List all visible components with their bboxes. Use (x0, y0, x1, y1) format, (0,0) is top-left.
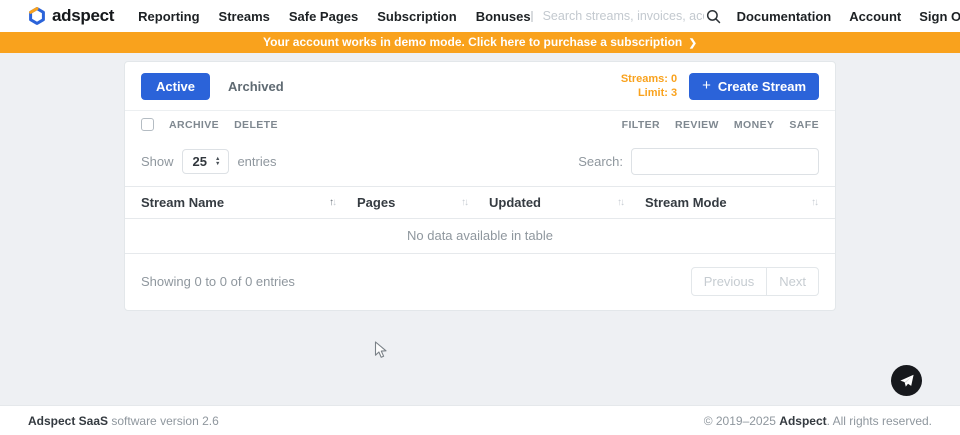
page-length-select[interactable]: 25 ▲ ▼ (182, 149, 230, 174)
search-icon[interactable] (706, 9, 721, 24)
table-actions-row: ARCHIVE DELETE FILTER REVIEW MONEY SAFE (125, 110, 835, 138)
column-header-updated[interactable]: Updated ↑↓ (489, 195, 645, 210)
top-navbar: adspect Reporting Streams Safe Pages Sub… (0, 0, 960, 32)
page-length-value: 25 (193, 154, 207, 169)
sign-out-link[interactable]: Sign Out (919, 9, 960, 24)
money-pages-toggle[interactable]: MONEY (734, 119, 775, 131)
select-stepper-icon: ▲ ▼ (215, 157, 220, 166)
brand-name: adspect (52, 6, 114, 26)
entries-info: Showing 0 to 0 of 0 entries (141, 274, 295, 289)
table-header-row: Stream Name ↑↓ Pages ↑↓ Updated ↑↓ Strea… (125, 186, 835, 219)
pagination: Previous Next (691, 267, 819, 296)
mouse-cursor (374, 341, 388, 365)
chevron-right-icon: ❯ (689, 38, 697, 49)
nav-item-safe-pages[interactable]: Safe Pages (289, 9, 358, 24)
stream-limits: Streams: 0 Limit: 3 (621, 72, 677, 100)
create-stream-button[interactable]: + Create Stream (689, 73, 819, 100)
review-pages-toggle[interactable]: REVIEW (675, 119, 719, 131)
delete-action[interactable]: DELETE (234, 119, 278, 131)
archive-action[interactable]: ARCHIVE (169, 119, 219, 131)
page-footer: Adspect SaaS software version 2.6 © 2019… (0, 405, 960, 435)
bulk-actions: ARCHIVE DELETE (141, 118, 278, 131)
streams-count: Streams: 0 (621, 72, 677, 86)
column-header-stream-name[interactable]: Stream Name ↑↓ (141, 195, 357, 210)
create-stream-label: Create Stream (718, 79, 806, 94)
table-search-control: Search: (578, 148, 819, 175)
global-search-input[interactable] (543, 9, 704, 23)
safe-pages-toggle[interactable]: SAFE (789, 119, 819, 131)
nav-item-subscription[interactable]: Subscription (377, 9, 456, 24)
version-text: Adspect SaaS software version 2.6 (28, 414, 219, 428)
account-links: Documentation Account Sign Out (737, 9, 960, 24)
table-footer-row: Showing 0 to 0 of 0 entries Previous Nex… (125, 254, 835, 310)
previous-page-button[interactable]: Previous (691, 267, 768, 296)
demo-mode-banner[interactable]: Your account works in demo mode. Click h… (0, 32, 960, 53)
telegram-plane-icon (899, 373, 915, 389)
next-page-button[interactable]: Next (766, 267, 819, 296)
nav-item-bonuses[interactable]: Bonuses (476, 9, 531, 24)
account-link[interactable]: Account (849, 9, 901, 24)
language-flag-icon[interactable] (531, 11, 533, 22)
tab-archived[interactable]: Archived (228, 79, 284, 94)
hexagon-logo-icon (28, 7, 46, 25)
nav-item-reporting[interactable]: Reporting (138, 9, 199, 24)
stream-tabs: Active Archived (141, 73, 284, 100)
telegram-button[interactable] (891, 365, 922, 396)
banner-text: Your account works in demo mode. Click h… (263, 35, 682, 49)
column-header-stream-mode[interactable]: Stream Mode ↑↓ (645, 195, 819, 210)
sort-icon: ↑↓ (617, 197, 625, 208)
show-label: Show (141, 154, 174, 169)
select-all-checkbox[interactable] (141, 118, 154, 131)
card-toolbar: Active Archived Streams: 0 Limit: 3 + Cr… (125, 62, 835, 110)
table-empty-message: No data available in table (125, 219, 835, 254)
sort-icon: ↑↓ (811, 197, 819, 208)
filter-pages-toggle[interactable]: FILTER (622, 119, 660, 131)
plus-icon: + (702, 80, 711, 92)
toolbar-right: Streams: 0 Limit: 3 + Create Stream (621, 72, 819, 100)
column-header-pages[interactable]: Pages ↑↓ (357, 195, 489, 210)
sort-icon: ↑↓ (461, 197, 469, 208)
streams-limit: Limit: 3 (621, 86, 677, 100)
sort-icon: ↑↓ (329, 197, 337, 208)
streams-card: Active Archived Streams: 0 Limit: 3 + Cr… (124, 61, 836, 311)
search-label: Search: (578, 154, 623, 169)
main-content: Active Archived Streams: 0 Limit: 3 + Cr… (0, 61, 960, 413)
nav-item-streams[interactable]: Streams (219, 9, 270, 24)
table-search-input[interactable] (631, 148, 819, 175)
documentation-link[interactable]: Documentation (737, 9, 832, 24)
entries-label: entries (237, 154, 276, 169)
main-nav: Reporting Streams Safe Pages Subscriptio… (138, 9, 530, 24)
table-controls-row: Show 25 ▲ ▼ entries Search: (125, 138, 835, 186)
tab-active[interactable]: Active (141, 73, 210, 100)
page-filters: FILTER REVIEW MONEY SAFE (622, 119, 819, 131)
copyright-text: © 2019–2025 Adspect. All rights reserved… (704, 414, 932, 428)
adspect-logo[interactable]: adspect (28, 6, 114, 26)
page-length-control: Show 25 ▲ ▼ entries (141, 149, 276, 174)
